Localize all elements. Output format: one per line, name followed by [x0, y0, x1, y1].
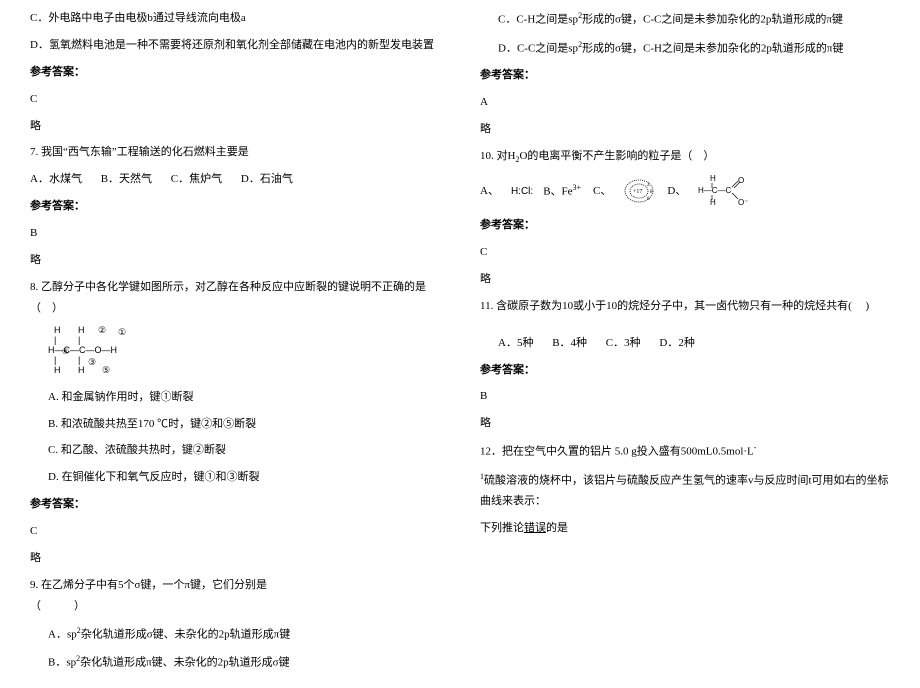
q7-option-b: B．天然气 — [101, 173, 152, 185]
option-d: D．氢氧燃料电池是一种不需要将还原剂和氧化剂全部储藏在电池内的新型发电装置 — [30, 35, 440, 56]
abbrev-omit: 略 — [30, 548, 440, 569]
q9-paren: （ ） — [30, 600, 85, 612]
question-10-options: A、 H:Cl: B、Fe3+ C、 +17 2 8 8 D、 H—C—C H — [480, 173, 890, 209]
reference-answer-label: 参考答案： — [480, 360, 890, 381]
answer-11: B — [480, 386, 890, 407]
abbrev-omit: 略 — [480, 413, 890, 434]
q7-option-d: D．石油气 — [241, 173, 293, 185]
acetic-acid-structure-icon: H—C—C H H O O⁻ — [698, 173, 752, 209]
q11-option-b: B．4种 — [552, 337, 587, 349]
hcl-structure-icon: H:Cl: — [511, 182, 531, 201]
q7-option-c: C．焦炉气 — [171, 173, 222, 185]
ethanol-diagram: H H ② ① | | H—C—C—O—H ④ | | ③ H H ⑤ — [30, 325, 440, 381]
q9-option-d: D．C-C之间是sp2形成的σ键，C-H之间是未参加杂化的2p轨道形成的π键 — [480, 37, 890, 60]
q9-option-c: C．C-H之间是sp2形成的σ键，C-C之间是未参加杂化的2p轨道形成的π键 — [480, 8, 890, 31]
answer-10: C — [480, 242, 890, 263]
option-c: C．外电路中电子由电极b通过导线流向电极a — [30, 8, 440, 29]
q8-option-a: A. 和金属钠作用时，键①断裂 — [30, 387, 440, 408]
answer-7: B — [30, 223, 440, 244]
right-column: C．C-H之间是sp2形成的σ键，C-C之间是未参加杂化的2p轨道形成的π键 D… — [480, 8, 890, 680]
q11-option-d: D．2种 — [659, 337, 694, 349]
question-12-line3: 下列推论错误的是 — [480, 518, 890, 539]
q9-text: 9. 在乙烯分子中有5个σ键，一个π键，它们分别是 — [30, 579, 267, 591]
question-8: 8. 乙醇分子中各化学键如图所示，对乙醇在各种反应中应断裂的键说明不正确的是（ … — [30, 277, 440, 319]
reference-answer-label: 参考答案： — [30, 494, 440, 515]
q10-option-a: A、 — [480, 181, 499, 202]
abbrev-omit: 略 — [480, 119, 890, 140]
question-7-options: A．水煤气 B．天然气 C．焦炉气 D．石油气 — [30, 169, 440, 190]
abbrev-omit: 略 — [30, 250, 440, 271]
svg-text:H: H — [710, 174, 716, 183]
abbrev-omit: 略 — [480, 269, 890, 290]
q9-option-b: B．sp2杂化轨道形成π键、未杂化的2p轨道形成σ键 — [30, 651, 440, 674]
reference-answer-label: 参考答案： — [30, 62, 440, 83]
exam-page: C．外电路中电子由电极b通过导线流向电极a D．氢氧燃料电池是一种不需要将还原剂… — [0, 0, 920, 688]
q10-option-d: D、 — [667, 181, 686, 202]
svg-text:H—C—C: H—C—C — [698, 186, 732, 195]
question-12-line1: 12．把在空气中久置的铝片 5.0 g投入盛有500mL0.5mol·L- — [480, 440, 890, 463]
svg-text:8: 8 — [650, 190, 653, 195]
question-11: 11. 含碳原子数为10或小于10的烷烃分子中，其一卤代物只有一种的烷烃共有( … — [480, 296, 890, 317]
question-7: 7. 我国“西气东输”工程输送的化石燃料主要是 — [30, 142, 440, 163]
question-9: 9. 在乙烯分子中有5个σ键，一个π键，它们分别是 （ ） — [30, 575, 440, 617]
atom-model-icon: +17 2 8 8 — [623, 178, 655, 204]
q7-option-a: A．水煤气 — [30, 173, 82, 185]
reference-answer-label: 参考答案： — [30, 196, 440, 217]
svg-text:+17: +17 — [633, 189, 642, 195]
reference-answer-label: 参考答案： — [480, 215, 890, 236]
svg-text:H: H — [710, 198, 716, 207]
q10-option-b: B、Fe3+ — [543, 180, 581, 203]
answer-6: C — [30, 89, 440, 110]
svg-text:O⁻: O⁻ — [738, 198, 748, 207]
question-12-line2: 1硫酸溶液的烧杯中，该铝片与硫酸反应产生氢气的速率v与反应时间t可用如右的坐标曲… — [480, 469, 890, 512]
q11-option-c: C．3种 — [606, 337, 641, 349]
q8-option-c: C. 和乙酸、浓硫酸共热时，键②断裂 — [30, 440, 440, 461]
answer-9: A — [480, 92, 890, 113]
question-11-options: A．5种 B．4种 C．3种 D．2种 — [480, 333, 890, 354]
svg-text:8: 8 — [647, 197, 650, 202]
answer-8: C — [30, 521, 440, 542]
left-column: C．外电路中电子由电极b通过导线流向电极a D．氢氧燃料电池是一种不需要将还原剂… — [30, 8, 440, 680]
q11-option-a: A．5种 — [498, 337, 533, 349]
q8-option-d: D. 在铜催化下和氧气反应时，键①和③断裂 — [30, 467, 440, 488]
q8-option-b: B. 和浓硫酸共热至170 ℃时，键②和⑤断裂 — [30, 414, 440, 435]
question-10: 10. 对H2O的电离平衡不产生影响的粒子是（ ） — [480, 146, 890, 167]
q9-option-a: A．sp2杂化轨道形成σ键、未杂化的2p轨道形成π键 — [30, 623, 440, 646]
reference-answer-label: 参考答案： — [480, 65, 890, 86]
q10-option-c: C、 — [593, 181, 611, 202]
abbrev-omit: 略 — [30, 116, 440, 137]
svg-text:O: O — [738, 176, 744, 185]
